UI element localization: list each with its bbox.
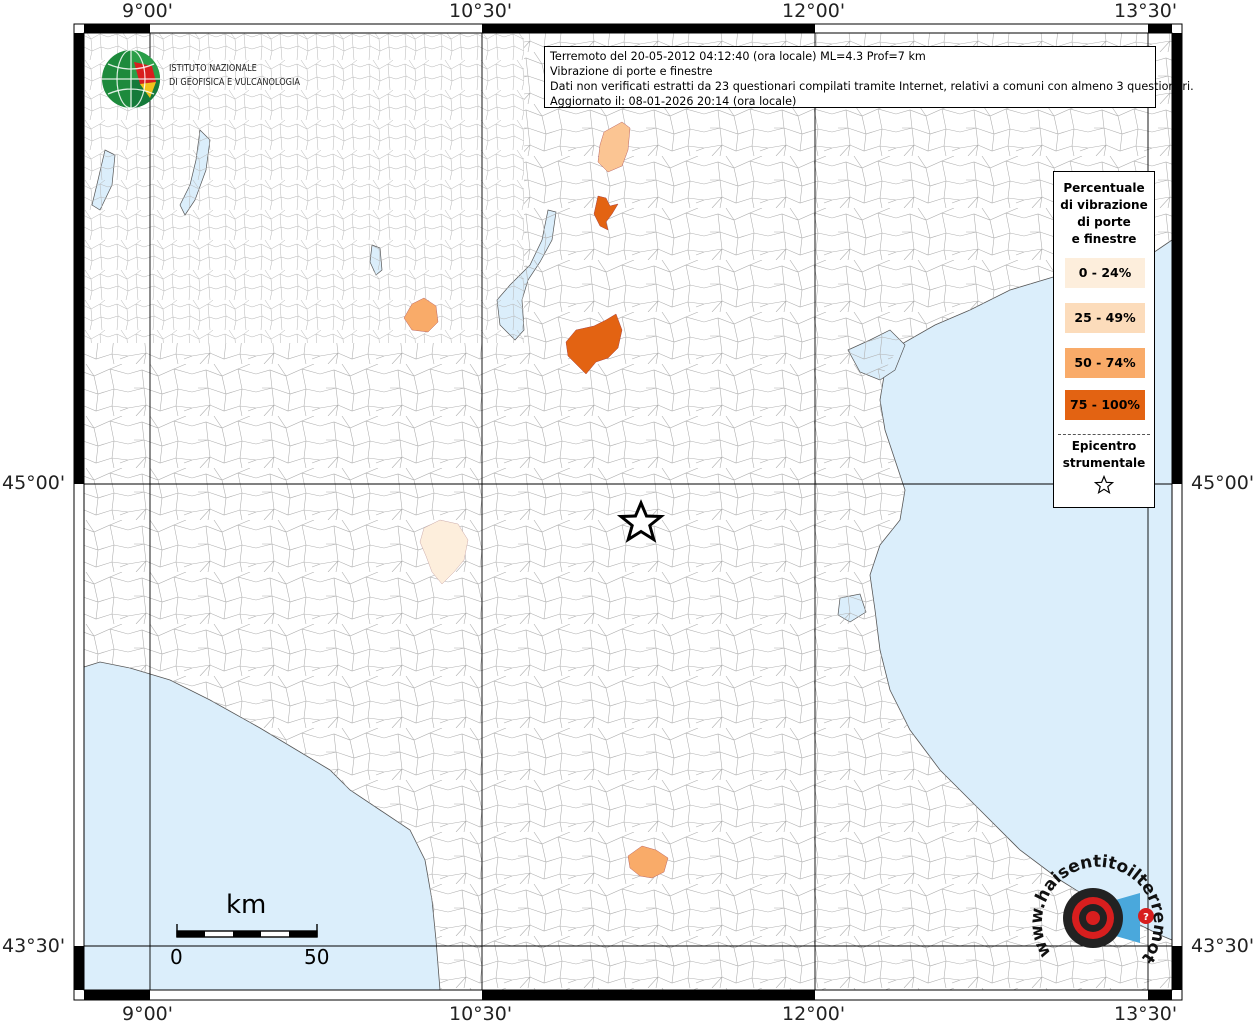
scale-bar-start: 0	[170, 945, 183, 969]
lon-label-bottom-1: 9°00'	[122, 1003, 173, 1025]
globe-icon	[102, 49, 160, 109]
lon-label-top-1: 9°00'	[122, 0, 173, 22]
intensity-map: ? www.haisentitoilterremoto.it 9°00' 10°…	[0, 0, 1256, 1025]
ingv-line-2: DI GEOFISICA E VULCANOLOGIA	[169, 77, 301, 88]
legend-star-icon	[1094, 475, 1114, 495]
legend-epicenter-title: Epicentro strumentale	[1054, 438, 1154, 472]
ingv-line-1: ISTITUTO NAZIONALE	[169, 63, 257, 74]
lon-label-top-2: 10°30'	[449, 0, 513, 22]
legend-title-line-3: di porte	[1077, 215, 1131, 229]
legend-title-line-1: Percentuale	[1063, 181, 1145, 195]
event-header: Terremoto del 20-05-2012 04:12:40 (ora l…	[550, 50, 926, 63]
lon-label-top-3: 12°00'	[782, 0, 846, 22]
scale-bar-end: 50	[304, 945, 330, 969]
event-info-box: Terremoto del 20-05-2012 04:12:40 (ora l…	[544, 46, 1194, 108]
legend-title: Percentuale di vibrazione di porte e fin…	[1054, 180, 1154, 248]
lat-label-left-1: 45°00'	[2, 472, 66, 494]
legend: Percentuale di vibrazione di porte e fin…	[1053, 171, 1155, 508]
event-data-note: Dati non verificati estratti da 23 quest…	[550, 80, 1194, 93]
legend-swatch-25-49: 25 - 49%	[1065, 303, 1145, 333]
legend-swatch-50-74: 50 - 74%	[1065, 348, 1145, 378]
lon-label-top-4: 13°30'	[1114, 0, 1178, 22]
legend-label-25-49: 25 - 49%	[1074, 310, 1136, 325]
event-parameter: Vibrazione di porte e finestre	[550, 65, 713, 78]
lon-label-bottom-4: 13°30'	[1114, 1003, 1178, 1025]
legend-epicenter-line-2: strumentale	[1062, 456, 1146, 470]
map-canvas: ? www.haisentitoilterremoto.it	[0, 0, 1183, 1001]
event-updated: Aggiornato il: 08-01-2026 20:14 (ora loc…	[550, 95, 797, 108]
legend-label-0-24: 0 - 24%	[1078, 265, 1132, 280]
lon-label-bottom-2: 10°30'	[449, 1003, 513, 1025]
legend-swatch-75-100: 75 - 100%	[1065, 390, 1145, 420]
legend-label-50-74: 50 - 74%	[1074, 355, 1136, 370]
legend-separator	[1058, 434, 1150, 435]
scale-bar-unit: km	[226, 890, 267, 920]
svg-text:?: ?	[1143, 912, 1149, 923]
lat-label-right-2: 43°30'	[1191, 935, 1255, 957]
legend-swatch-0-24: 0 - 24%	[1065, 258, 1145, 288]
lat-label-left-2: 43°30'	[2, 935, 66, 957]
legend-title-line-4: e finestre	[1071, 232, 1137, 246]
legend-epicenter-line-1: Epicentro	[1071, 439, 1137, 453]
legend-title-line-2: di vibrazione	[1060, 198, 1148, 212]
lon-label-bottom-3: 12°00'	[782, 1003, 846, 1025]
ingv-logo-text: ISTITUTO NAZIONALE DI GEOFISICA E VULCAN…	[169, 62, 300, 90]
legend-label-75-100: 75 - 100%	[1070, 397, 1140, 412]
lat-label-right-1: 45°00'	[1191, 472, 1255, 494]
